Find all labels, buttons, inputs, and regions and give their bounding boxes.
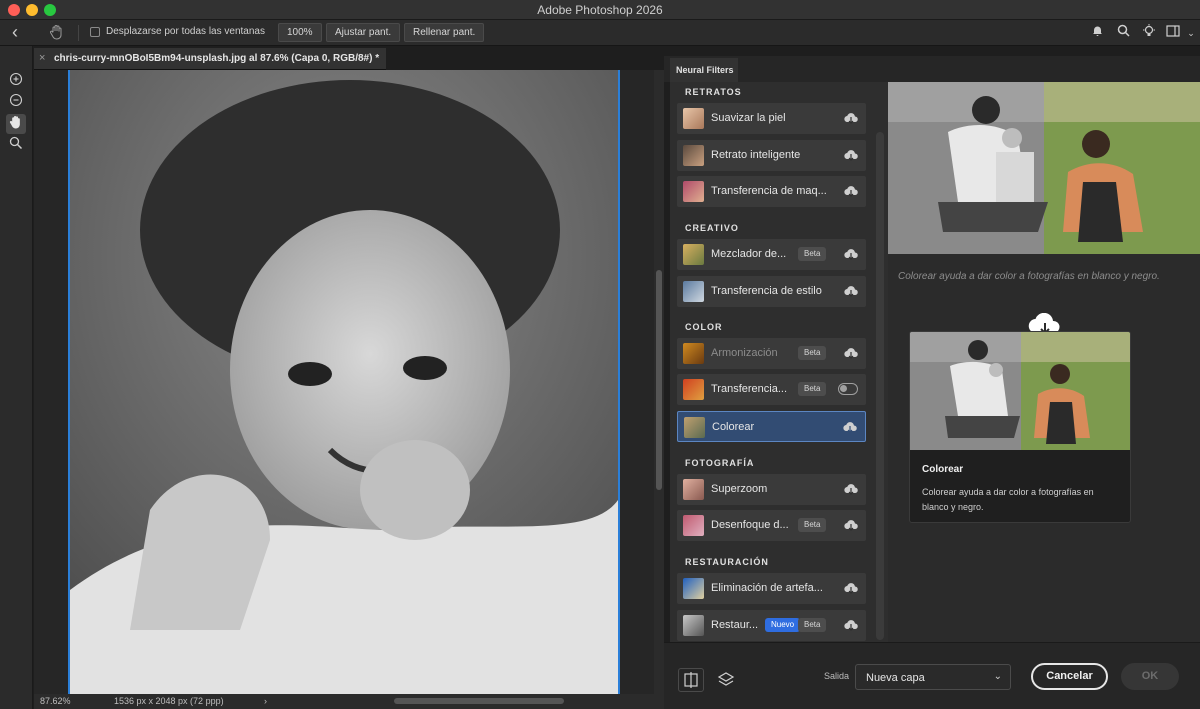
cloud-download-icon[interactable] xyxy=(844,248,858,260)
filter-thumbnail xyxy=(683,379,704,400)
section-retratos: RETRATOS xyxy=(685,87,742,97)
filter-thumbnail xyxy=(683,343,704,364)
cancel-button[interactable]: Cancelar xyxy=(1031,663,1108,690)
output-label: Salida xyxy=(824,671,850,681)
filter-transferencia-color[interactable]: Transferencia... Beta xyxy=(677,374,866,405)
filter-thumbnail xyxy=(683,515,704,536)
cloud-download-icon[interactable] xyxy=(844,185,858,197)
filter-toggle[interactable] xyxy=(838,383,858,395)
document-dimensions: 1536 px x 2048 px (72 ppp) xyxy=(114,696,224,706)
fill-screen-button[interactable]: Rellenar pant. xyxy=(404,23,485,42)
filter-thumbnail xyxy=(683,244,704,265)
filter-thumbnail xyxy=(683,281,704,302)
cloud-download-icon[interactable] xyxy=(844,112,858,124)
filter-info-card: Colorear Colorear ayuda a dar color a fo… xyxy=(909,331,1131,523)
vertical-scrollbar[interactable] xyxy=(654,70,664,694)
filter-suavizar-la-piel[interactable]: Suavizar la piel xyxy=(677,103,866,134)
cloud-download-icon[interactable] xyxy=(844,347,858,359)
horizontal-scrollbar[interactable] xyxy=(394,698,564,704)
filter-thumbnail xyxy=(683,615,704,636)
document-tab[interactable]: × chris-curry-mnOBoI5Bm94-unsplash.jpg a… xyxy=(34,48,386,70)
card-preview-image xyxy=(910,332,1130,450)
card-description: Colorear ayuda a dar color a fotografías… xyxy=(922,487,1094,512)
filter-thumbnail xyxy=(683,578,704,599)
cloud-download-icon[interactable] xyxy=(844,149,858,161)
scroll-all-windows-label: Desplazarse por todas las ventanas xyxy=(106,26,265,37)
close-tab-icon[interactable]: × xyxy=(39,52,45,64)
hand-icon[interactable] xyxy=(6,114,26,134)
neural-filters-tabbar: Neural Filters xyxy=(664,56,1200,82)
filter-eliminacion-artefactos[interactable]: Eliminación de artefa... xyxy=(677,573,866,604)
output-select[interactable]: Nueva capa ⌄ xyxy=(855,664,1011,690)
filter-superzoom[interactable]: Superzoom xyxy=(677,474,866,505)
title-bar: Adobe Photoshop 2026 xyxy=(0,0,1200,20)
section-creativo: CREATIVO xyxy=(685,223,739,233)
filter-colorear[interactable]: Colorear xyxy=(677,411,866,442)
zoom-100-button[interactable]: 100% xyxy=(278,23,322,42)
filter-retrato-inteligente[interactable]: Retrato inteligente xyxy=(677,140,866,171)
hand-tool-icon[interactable] xyxy=(48,23,68,43)
filter-transferencia-maquillaje[interactable]: Transferencia de maq... xyxy=(677,176,866,207)
fit-screen-button[interactable]: Ajustar pant. xyxy=(326,23,401,42)
zoom-out-icon[interactable] xyxy=(6,93,26,113)
section-restauracion: RESTAURACIÓN xyxy=(685,557,769,567)
ok-button[interactable]: OK xyxy=(1121,663,1179,690)
filter-thumbnail xyxy=(683,479,704,500)
beta-badge: Beta xyxy=(798,518,827,532)
tools-panel xyxy=(0,46,33,709)
filter-list: RETRATOS Suavizar la piel Retrato inteli… xyxy=(670,82,888,642)
card-title: Colorear xyxy=(922,464,964,475)
new-badge: Nuevo xyxy=(765,618,801,632)
filter-mezclador[interactable]: Mezclador de... Beta xyxy=(677,239,866,270)
canvas-area[interactable] xyxy=(34,70,654,694)
options-bar: ‹ Desplazarse por todas las ventanas 100… xyxy=(0,20,1200,46)
document-tab-label: chris-curry-mnOBoI5Bm94-unsplash.jpg al … xyxy=(54,53,380,64)
zoom-level[interactable]: 87.62% xyxy=(40,696,71,706)
scroll-all-windows-checkbox[interactable] xyxy=(90,27,100,37)
filter-description: Colorear ayuda a dar color a fotografías… xyxy=(898,271,1160,282)
beta-badge: Beta xyxy=(798,247,827,261)
bell-icon[interactable] xyxy=(1088,24,1106,42)
filter-list-scrollbar[interactable] xyxy=(876,132,884,640)
filter-thumbnail xyxy=(683,108,704,129)
app-title: Adobe Photoshop 2026 xyxy=(537,3,663,17)
cloud-download-icon[interactable] xyxy=(844,285,858,297)
colorize-preview-image xyxy=(888,82,1200,254)
beta-badge: Beta xyxy=(798,618,827,632)
neural-filters-tab[interactable]: Neural Filters xyxy=(670,58,738,82)
chevron-down-icon[interactable]: ⌄ xyxy=(1182,24,1200,42)
chevron-down-icon: ⌄ xyxy=(993,671,1002,682)
section-color: COLOR xyxy=(685,322,723,332)
cloud-download-icon[interactable] xyxy=(844,519,858,531)
status-bar: 87.62% 1536 px x 2048 px (72 ppp) › xyxy=(34,694,664,709)
filter-thumbnail xyxy=(684,417,705,438)
neural-filters-footer: Salida Nueva capa ⌄ Cancelar OK xyxy=(664,642,1200,709)
cloud-download-icon[interactable] xyxy=(843,421,857,433)
magnifier-icon[interactable] xyxy=(6,136,26,156)
beta-badge: Beta xyxy=(798,382,827,396)
workspace-icon[interactable] xyxy=(1164,24,1182,42)
filter-armonizacion[interactable]: Armonización Beta xyxy=(677,338,866,369)
chevron-left-icon[interactable]: ‹ xyxy=(12,23,32,43)
filter-thumbnail xyxy=(683,181,704,202)
cloud-download-icon[interactable] xyxy=(844,483,858,495)
search-icon[interactable] xyxy=(1114,24,1132,42)
compare-view-icon[interactable] xyxy=(678,668,704,692)
zoom-in-icon[interactable] xyxy=(6,72,26,92)
filter-thumbnail xyxy=(683,145,704,166)
document-image xyxy=(68,70,620,694)
divider xyxy=(78,25,79,41)
lightbulb-icon[interactable] xyxy=(1140,24,1158,42)
beta-badge: Beta xyxy=(798,346,827,360)
filter-desenfoque[interactable]: Desenfoque d... Beta xyxy=(677,510,866,541)
filter-transferencia-estilo[interactable]: Transferencia de estilo xyxy=(677,276,866,307)
layers-icon[interactable] xyxy=(714,668,740,692)
cloud-download-icon[interactable] xyxy=(844,582,858,594)
filter-restaurar[interactable]: Restaur... Nuevo Beta xyxy=(677,610,866,641)
status-menu-arrow[interactable]: › xyxy=(264,696,267,706)
cloud-download-icon[interactable] xyxy=(844,619,858,631)
output-select-value: Nueva capa xyxy=(866,672,925,684)
section-fotografia: FOTOGRAFÍA xyxy=(685,458,755,468)
